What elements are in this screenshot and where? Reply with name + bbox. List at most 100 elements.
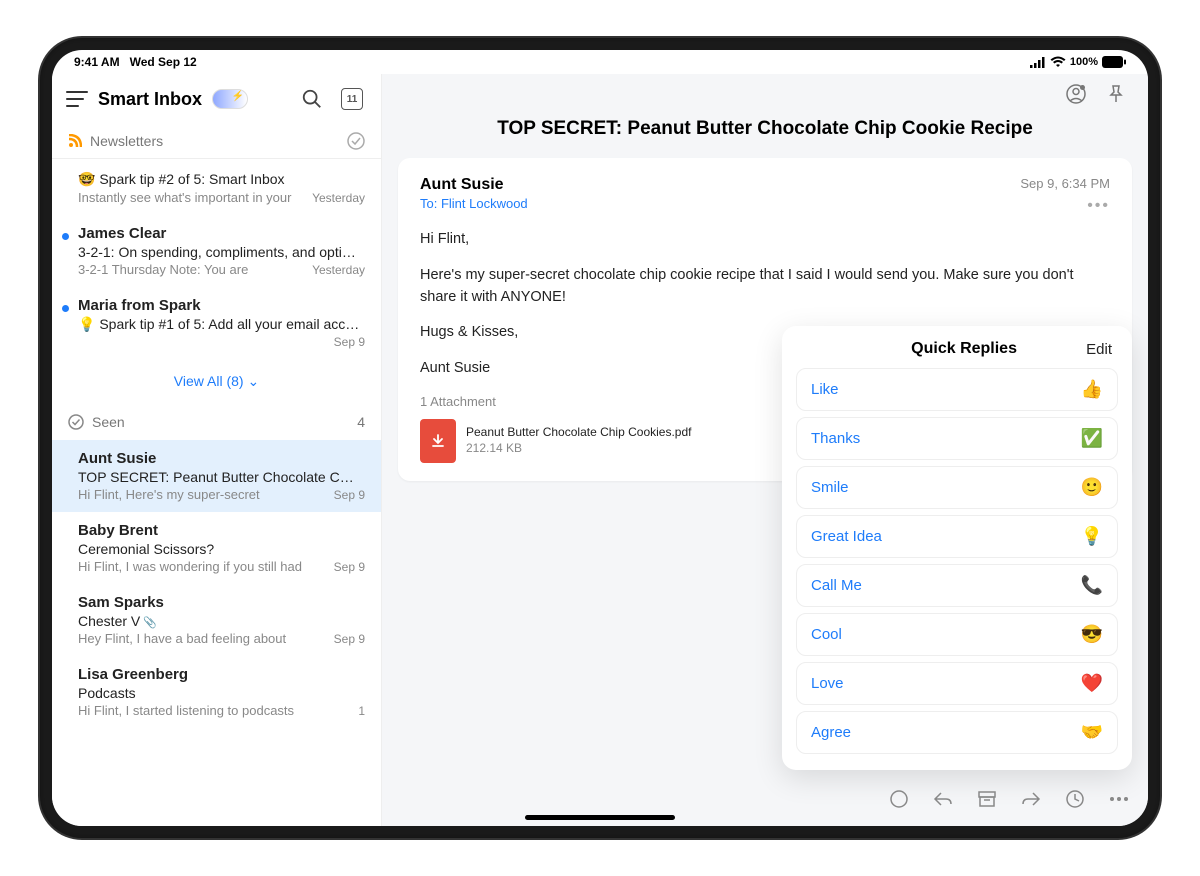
section-seen[interactable]: Seen 4 [52,404,381,440]
email-header: Aunt Susie To: Flint Lockwood Sep 9, 6:3… [420,176,1110,215]
view-all-button[interactable]: View All (8) ⌄ [52,359,381,404]
menu-button[interactable] [66,91,88,107]
mail-subject: 3-2-1: On spending, compliments, and opt… [78,244,365,260]
wifi-icon [1050,56,1066,68]
quick-reply-great-idea[interactable]: Great Idea💡 [796,515,1118,558]
mail-list[interactable]: 🤓 Spark tip #2 of 5: Smart Inbox Instant… [52,159,381,826]
inbox-title: Smart Inbox [98,89,202,110]
quick-reply-agree[interactable]: Agree🤝 [796,711,1118,754]
quick-reply-call-me[interactable]: Call Me📞 [796,564,1118,607]
smile-icon: 🙂 [1081,477,1103,498]
mail-sender: Aunt Susie [78,450,365,467]
main-header [382,74,1148,106]
quick-reply-smile[interactable]: Smile🙂 [796,466,1118,509]
snooze-button[interactable] [1062,786,1088,812]
mail-subject: TOP SECRET: Peanut Butter Chocolate C…📎 [78,469,365,485]
screen: 9:41 AM Wed Sep 12 100% [52,50,1148,826]
mail-preview: Hey Flint, I have a bad feeling about [78,631,326,646]
mail-item[interactable]: Maria from Spark 💡 Spark tip #1 of 5: Ad… [52,287,381,359]
mail-item[interactable]: Baby Brent Ceremonial Scissors? Hi Flint… [52,512,381,584]
smart-inbox-toggle[interactable] [212,89,248,109]
quick-reply-like[interactable]: Like👍 [796,368,1118,411]
mail-item[interactable]: Lisa Greenberg Podcasts Hi Flint, I star… [52,656,381,728]
quick-reply-thanks[interactable]: Thanks✅ [796,417,1118,460]
mail-preview: Hi Flint, I started listening to podcast… [78,703,350,718]
section-newsletters[interactable]: Newsletters [52,124,381,159]
reply-button[interactable] [930,786,956,812]
check-icon: ✅ [1081,428,1103,449]
mail-item[interactable]: Sam Sparks Chester V📎 Hey Flint, I have … [52,584,381,656]
handshake-icon: 🤝 [1081,722,1103,743]
sunglasses-icon: 😎 [1081,624,1103,645]
status-left: 9:41 AM Wed Sep 12 [74,55,197,69]
calendar-icon: 11 [341,88,363,110]
mail-date: Sep 9 [334,632,365,646]
more-button[interactable]: ••• [1020,197,1110,215]
status-time: 9:41 AM [74,55,120,69]
mail-sender: James Clear [78,225,365,242]
email-date: Sep 9, 6:34 PM [1020,176,1110,191]
mail-subject: 💡 Spark tip #1 of 5: Add all your email … [78,316,365,333]
mark-unread-button[interactable] [886,786,912,812]
from-name: Aunt Susie [420,176,1020,194]
mail-date: Sep 9 [334,560,365,574]
home-indicator[interactable] [525,815,675,820]
mail-item[interactable]: Aunt Susie TOP SECRET: Peanut Butter Cho… [52,440,381,512]
rss-icon [68,134,82,148]
mail-date: Yesterday [312,263,365,277]
attachment-name: Peanut Butter Chocolate Chip Cookies.pdf [466,425,691,441]
archive-button[interactable] [974,786,1000,812]
unread-dot-icon [62,305,69,312]
mail-preview: Hi Flint, I was wondering if you still h… [78,559,326,574]
mail-subject: 🤓 Spark tip #2 of 5: Smart Inbox [78,171,365,188]
quick-reply-cool[interactable]: Cool😎 [796,613,1118,656]
seen-label: Seen [92,414,357,430]
check-circle-icon [68,414,84,430]
ipad-frame: 9:41 AM Wed Sep 12 100% [40,38,1160,838]
pin-button[interactable] [1104,82,1128,106]
unread-dot-icon [62,233,69,240]
mail-date: Sep 9 [334,488,365,502]
main-content: Smart Inbox 11 Newsletters [52,74,1148,826]
battery-pct: 100% [1070,56,1098,68]
mail-subject: Podcasts [78,685,365,701]
mail-sender: Maria from Spark [78,297,365,314]
email-subject: TOP SECRET: Peanut Butter Chocolate Chip… [382,106,1148,158]
mail-date: Sep 9 [334,335,365,349]
forward-button[interactable] [1018,786,1044,812]
attachment-icon: 📎 [357,473,365,485]
attachment-size: 212.14 KB [466,441,691,457]
mail-date: Yesterday [312,191,365,205]
lightbulb-icon: 💡 [1081,526,1103,547]
thumbs-up-icon: 👍 [1081,379,1103,400]
status-right: 100% [1030,56,1126,68]
mail-subject: Ceremonial Scissors? [78,541,365,557]
mail-preview: 3-2-1 Thursday Note: You are [78,262,304,277]
status-bar: 9:41 AM Wed Sep 12 100% [52,50,1148,74]
mail-subject: Chester V📎 [78,613,365,629]
email-toolbar [886,786,1132,812]
mail-date: 1 [358,704,365,718]
quick-replies-edit-button[interactable]: Edit [1086,341,1112,358]
mail-preview: Instantly see what's important in your [78,190,304,205]
profile-button[interactable] [1064,82,1088,106]
mail-item[interactable]: 🤓 Spark tip #2 of 5: Smart Inbox Instant… [52,159,381,215]
status-date: Wed Sep 12 [130,55,197,69]
email-view-pane: TOP SECRET: Peanut Butter Chocolate Chip… [382,74,1148,826]
pdf-icon [420,419,456,463]
search-button[interactable] [297,84,327,114]
newsletters-label: Newsletters [90,133,339,149]
mail-sender: Baby Brent [78,522,365,539]
quick-replies-panel: Quick Replies Edit Like👍 Thanks✅ Smile🙂 … [782,326,1132,770]
heart-icon: ❤️ [1081,673,1103,694]
more-actions-button[interactable] [1106,786,1132,812]
check-circle-icon[interactable] [347,132,365,150]
mail-item[interactable]: James Clear 3-2-1: On spending, complime… [52,215,381,287]
quick-reply-love[interactable]: Love❤️ [796,662,1118,705]
mail-sender: Lisa Greenberg [78,666,365,683]
calendar-button[interactable]: 11 [337,84,367,114]
attachment-icon: 📎 [143,617,157,629]
quick-replies-title: Quick Replies [842,340,1086,358]
signal-icon [1030,57,1046,68]
to-line[interactable]: To: Flint Lockwood [420,196,1020,211]
